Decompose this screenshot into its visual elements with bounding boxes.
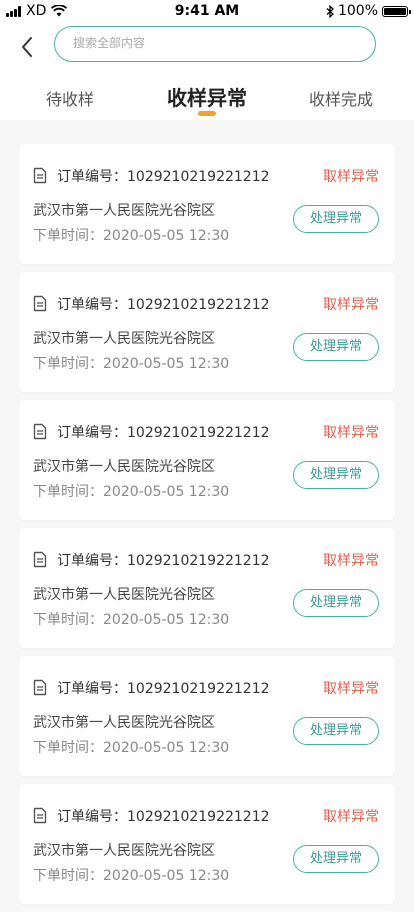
tab-bar: 待收样 收样异常 收样完成 — [0, 80, 414, 120]
order-card[interactable]: 订单编号：1029210219221212 取样异常 武汉市第一人民医院光谷院区… — [19, 400, 395, 520]
status-badge: 取样异常 — [323, 297, 379, 313]
order-number: 订单编号：1029210219221212 — [57, 681, 270, 697]
tab-pending[interactable]: 待收样 — [46, 86, 94, 110]
header: 搜索全部内容 待收样 收样异常 收样完成 — [0, 22, 414, 120]
handle-exception-button[interactable]: 处理异常 — [293, 333, 379, 361]
tab-exception[interactable]: 收样异常 — [167, 82, 247, 111]
status-badge: 取样异常 — [323, 169, 379, 185]
status-right: 100% — [326, 3, 411, 19]
order-card[interactable]: 订单编号：1029210219221212 取样异常 武汉市第一人民医院光谷院区… — [19, 528, 395, 648]
order-time: 下单时间：2020-05-05 12:30 — [33, 612, 230, 628]
order-time: 下单时间：2020-05-05 12:30 — [33, 228, 230, 244]
battery-icon — [382, 5, 411, 17]
order-number: 订单编号：1029210219221212 — [57, 809, 270, 825]
document-icon — [33, 167, 47, 184]
handle-exception-button[interactable]: 处理异常 — [293, 589, 379, 617]
document-icon — [33, 551, 47, 568]
tab-completed[interactable]: 收样完成 — [309, 86, 373, 110]
status-badge: 取样异常 — [323, 553, 379, 569]
handle-exception-button[interactable]: 处理异常 — [293, 845, 379, 873]
order-list: 订单编号：1029210219221212 取样异常 武汉市第一人民医院光谷院区… — [19, 144, 395, 912]
document-icon — [33, 679, 47, 696]
hospital-name: 武汉市第一人民医院光谷院区 — [33, 715, 215, 731]
hospital-name: 武汉市第一人民医院光谷院区 — [33, 331, 215, 347]
hospital-name: 武汉市第一人民医院光谷院区 — [33, 459, 215, 475]
chevron-left-icon — [22, 37, 32, 57]
status-badge: 取样异常 — [323, 681, 379, 697]
status-badge: 取样异常 — [323, 425, 379, 441]
order-number: 订单编号：1029210219221212 — [57, 425, 270, 441]
handle-exception-button[interactable]: 处理异常 — [293, 717, 379, 745]
tab-indicator — [198, 111, 216, 116]
battery-fill — [384, 7, 406, 15]
hospital-name: 武汉市第一人民医院光谷院区 — [33, 203, 215, 219]
order-number: 订单编号：1029210219221212 — [57, 297, 270, 313]
order-card[interactable]: 订单编号：1029210219221212 取样异常 武汉市第一人民医院光谷院区… — [19, 656, 395, 776]
order-card[interactable]: 订单编号：1029210219221212 取样异常 武汉市第一人民医院光谷院区… — [19, 784, 395, 904]
hospital-name: 武汉市第一人民医院光谷院区 — [33, 843, 215, 859]
handle-exception-button[interactable]: 处理异常 — [293, 205, 379, 233]
handle-exception-button[interactable]: 处理异常 — [293, 461, 379, 489]
bluetooth-icon — [326, 4, 334, 18]
order-time: 下单时间：2020-05-05 12:30 — [33, 484, 230, 500]
document-icon — [33, 423, 47, 440]
status-bar: XD 9:41 AM 100% — [0, 0, 414, 22]
battery-percent: 100% — [337, 3, 378, 19]
search-input[interactable]: 搜索全部内容 — [54, 26, 376, 62]
order-card[interactable]: 订单编号：1029210219221212 取样异常 武汉市第一人民医院光谷院区… — [19, 144, 395, 264]
order-time: 下单时间：2020-05-05 12:30 — [33, 740, 230, 756]
document-icon — [33, 807, 47, 824]
order-time: 下单时间：2020-05-05 12:30 — [33, 868, 230, 884]
order-number: 订单编号：1029210219221212 — [57, 169, 270, 185]
order-card[interactable]: 订单编号：1029210219221212 取样异常 武汉市第一人民医院光谷院区… — [19, 272, 395, 392]
order-time: 下单时间：2020-05-05 12:30 — [33, 356, 230, 372]
hospital-name: 武汉市第一人民医院光谷院区 — [33, 587, 215, 603]
document-icon — [33, 295, 47, 312]
status-badge: 取样异常 — [323, 809, 379, 825]
order-number: 订单编号：1029210219221212 — [57, 553, 270, 569]
back-button[interactable] — [12, 32, 42, 62]
